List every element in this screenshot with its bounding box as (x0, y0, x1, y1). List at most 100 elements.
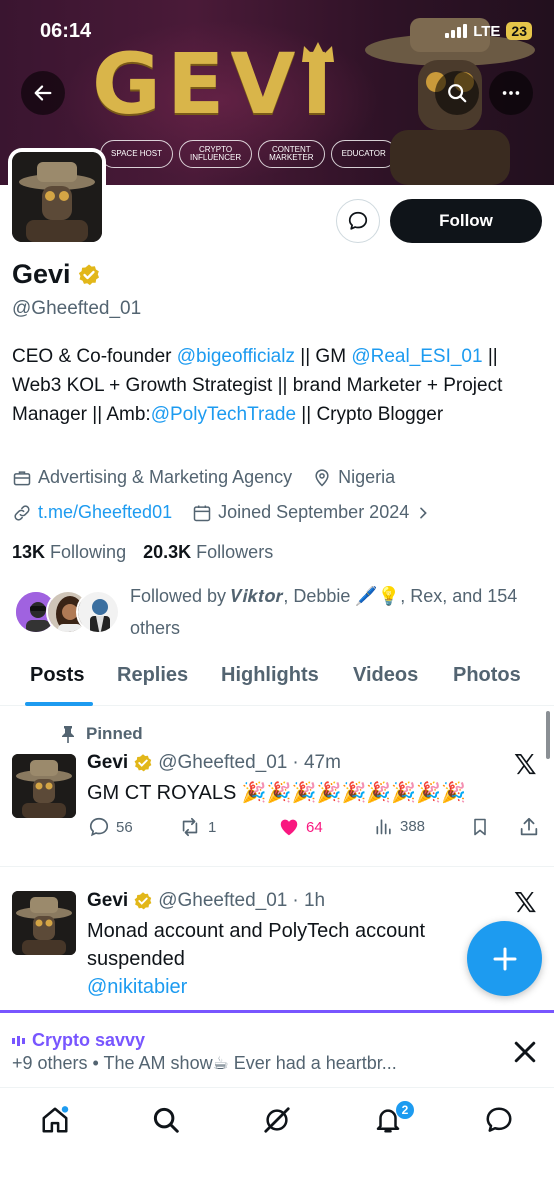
avatar-image (12, 152, 102, 242)
search-icon (153, 1107, 179, 1133)
audio-bars-icon (12, 1035, 25, 1046)
verified-badge-icon (134, 754, 152, 772)
x-logo-icon[interactable]: 𝕏 (514, 748, 537, 781)
like-button[interactable]: 64 (278, 816, 323, 838)
tab-photos[interactable]: Photos (453, 664, 521, 687)
followed-by-text[interactable]: Followed by 𝑽𝒊𝒌𝒕𝒐𝒓, Debbie 🖊️💡, Rex, and… (130, 580, 540, 644)
profile-website-link[interactable]: t.me/Gheefted01 (38, 502, 172, 523)
bio-mention-link[interactable]: @bigeofficialz (177, 346, 295, 367)
like-count: 64 (306, 818, 323, 836)
views-button[interactable]: 388 (374, 816, 425, 836)
post-mention-link[interactable]: @nikitabier (87, 973, 187, 1001)
reply-icon (89, 817, 109, 837)
post-divider (0, 866, 554, 867)
heart-filled-icon (280, 819, 298, 836)
battery-icon: 23 (506, 22, 532, 40)
bookmark-icon (474, 818, 486, 836)
post-author-avatar[interactable] (12, 891, 76, 955)
post-author-handle: @Gheefted_01 (158, 890, 288, 911)
bio-mention-link[interactable]: @Real_ESI_01 (351, 346, 482, 367)
profile-name: Gevi (12, 259, 71, 289)
repost-button[interactable]: 1 (178, 816, 216, 838)
profile-category: Advertising & Marketing Agency (38, 467, 293, 487)
post-text-line: Monad account and PolyTech account (87, 920, 425, 942)
calendar-icon (193, 505, 211, 521)
tab-posts[interactable]: Posts (30, 664, 84, 687)
plus-icon (493, 947, 516, 970)
bio-text: || Crypto Blogger (296, 404, 444, 425)
more-options-button[interactable] (489, 71, 533, 115)
message-bubble-icon (348, 211, 368, 230)
bookmark-button[interactable] (470, 816, 490, 838)
bio-mention-link[interactable]: @PolyTechTrade (151, 404, 296, 425)
reply-count: 56 (116, 818, 133, 836)
compose-post-button[interactable] (467, 921, 542, 996)
share-icon (520, 817, 538, 836)
view-count: 388 (400, 817, 426, 835)
bio-text: || GM (294, 346, 352, 367)
crown-icon (302, 42, 334, 62)
post-header: Gevi @Gheefted_01 · 47m (87, 752, 341, 774)
message-bubble-icon (486, 1107, 512, 1132)
nav-home[interactable] (39, 1104, 71, 1136)
spaces-subtitle: +9 others • The AM show☕ Ever had a hear… (12, 1053, 397, 1073)
tab-videos[interactable]: Videos (353, 664, 418, 687)
post-time: · 1h (292, 890, 326, 911)
search-icon (448, 84, 467, 103)
x-logo-icon[interactable]: 𝕏 (514, 886, 537, 919)
reply-button[interactable]: 56 (88, 816, 133, 838)
network-label: LTE (473, 22, 501, 40)
link-icon (14, 504, 30, 521)
bio-text: CEO & Co-founder (12, 346, 177, 367)
post-text-line: suspended (87, 948, 185, 970)
banner-pill: CRYPTO INFLUENCER (178, 140, 253, 168)
share-button[interactable] (518, 816, 540, 838)
following-count-link[interactable]: 13K Following (12, 542, 126, 562)
scrollbar[interactable] (546, 711, 550, 759)
repost-count: 1 (208, 818, 217, 836)
profile-handle: @Gheefted_01 (12, 298, 142, 319)
banner-pill: SPACE HOST (100, 140, 173, 168)
profile-bio: CEO & Co-founder @bigeofficialz || GM @R… (12, 342, 542, 429)
verified-badge-icon[interactable] (77, 263, 101, 287)
repost-icon (182, 817, 198, 837)
message-button[interactable] (336, 199, 380, 243)
views-chart-icon (376, 819, 391, 835)
nav-grok[interactable] (261, 1104, 293, 1136)
search-button[interactable] (435, 71, 479, 115)
grok-icon (264, 1107, 290, 1133)
back-arrow-icon (34, 85, 52, 101)
post-author-avatar[interactable] (12, 754, 76, 818)
status-time: 06:14 (40, 20, 92, 42)
profile-joined-date: Joined September 2024 (218, 502, 410, 522)
mutual-follower-avatar (76, 590, 120, 634)
followers-count-link[interactable]: 20.3K Followers (143, 542, 273, 562)
post-author-handle: @Gheefted_01 (158, 752, 288, 773)
post-author-name[interactable]: Gevi (87, 752, 128, 774)
profile-meta-row-2: t.me/Gheefted01 Joined September 2024 (12, 502, 431, 523)
profile-avatar[interactable] (8, 148, 106, 246)
pinned-indicator: Pinned (60, 724, 143, 744)
spaces-title: Crypto savvy (32, 1030, 146, 1050)
post-text: GM CT ROYALS 🎉🎉🎉🎉🎉🎉🎉🎉🎉 (87, 782, 466, 804)
more-dots-icon (502, 91, 520, 95)
tab-replies[interactable]: Replies (117, 664, 188, 687)
close-icon[interactable] (510, 1037, 540, 1067)
profile-meta-row-1: Advertising & Marketing Agency Nigeria (12, 467, 395, 488)
signal-icon (445, 24, 468, 38)
post-author-name[interactable]: Gevi (87, 890, 128, 912)
back-button[interactable] (21, 71, 65, 115)
banner-pill: CONTENT MARKETER (258, 140, 325, 168)
tab-highlights[interactable]: Highlights (221, 664, 319, 687)
nav-search[interactable] (150, 1104, 182, 1136)
notifications-badge: 2 (395, 1100, 415, 1120)
post-header: Gevi @Gheefted_01 · 1h (87, 890, 325, 912)
post-time: · 47m (292, 752, 341, 773)
profile-location: Nigeria (338, 467, 396, 487)
chevron-right-icon[interactable] (415, 505, 431, 521)
spaces-dock[interactable]: Crypto savvy +9 others • The AM show☕ Ev… (0, 1010, 554, 1088)
post-actions: 56 1 64 388 (88, 816, 540, 840)
follow-button[interactable]: Follow (390, 199, 542, 243)
home-icon (42, 1106, 69, 1133)
nav-messages[interactable] (483, 1104, 515, 1136)
